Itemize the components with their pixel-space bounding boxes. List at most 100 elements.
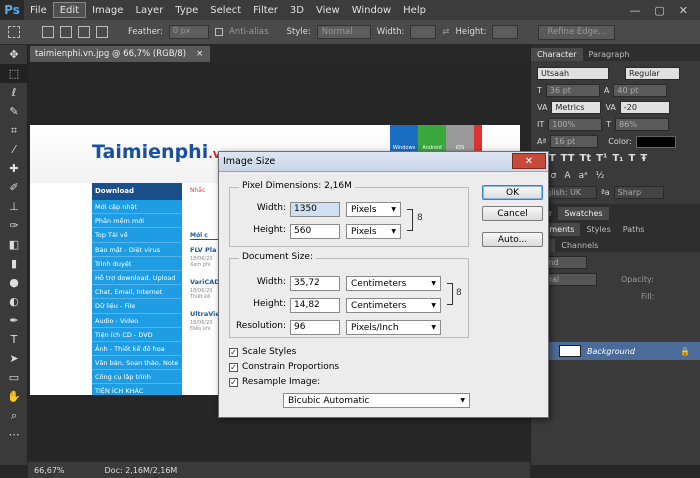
menu-filter[interactable]: Filter bbox=[247, 2, 284, 18]
tab-paths[interactable]: Paths bbox=[617, 223, 651, 236]
all-caps-icon[interactable]: TT bbox=[561, 153, 575, 164]
doc-height-unit-select[interactable]: Centimeters ▼ bbox=[346, 298, 441, 313]
tab-character[interactable]: Character bbox=[531, 48, 583, 61]
pixel-height-unit-select[interactable]: Pixels ▼ bbox=[346, 224, 401, 239]
menu-window[interactable]: Window bbox=[346, 2, 397, 18]
resample-image-checkbox[interactable]: ✓ Resample Image: bbox=[229, 377, 320, 387]
healing-brush-icon[interactable]: ✚ bbox=[0, 159, 28, 178]
doc-height-input[interactable]: 14,82 bbox=[290, 298, 340, 313]
dialog-close-button[interactable]: ✕ bbox=[512, 153, 546, 169]
site-menu-item: Top Tải về bbox=[92, 228, 182, 243]
intersect-selection-icon[interactable] bbox=[96, 26, 108, 38]
leading-input[interactable]: 40 pt bbox=[613, 84, 668, 97]
superscript-icon[interactable]: T¹ bbox=[596, 153, 607, 164]
crop-tool-icon[interactable]: ⌗ bbox=[0, 121, 28, 140]
more-tools-icon[interactable]: ⋯ bbox=[0, 425, 28, 444]
subscript-icon[interactable]: T₁ bbox=[612, 153, 623, 164]
height-input[interactable] bbox=[492, 25, 519, 39]
menu-type[interactable]: Type bbox=[169, 2, 204, 18]
alternates-icon[interactable]: A bbox=[564, 171, 570, 181]
tab-close-icon[interactable]: × bbox=[196, 49, 203, 59]
clone-stamp-icon[interactable]: ⊥ bbox=[0, 197, 28, 216]
baseline-input[interactable]: 16 pt bbox=[550, 135, 599, 148]
menu-select[interactable]: Select bbox=[204, 2, 247, 18]
doc-width-unit-select[interactable]: Centimeters ▼ bbox=[346, 276, 441, 291]
ok-button[interactable]: OK bbox=[482, 185, 543, 200]
kerning-select[interactable]: Metrics bbox=[551, 101, 602, 114]
ordinals-icon[interactable]: aᵃ bbox=[579, 171, 588, 181]
strikethrough-icon[interactable]: Ŧ bbox=[640, 153, 647, 164]
fractions-icon[interactable]: ½ bbox=[596, 171, 605, 181]
menu-help[interactable]: Help bbox=[397, 2, 432, 18]
pen-tool-icon[interactable]: ✒ bbox=[0, 311, 28, 330]
small-caps-icon[interactable]: Tt bbox=[580, 153, 592, 164]
refine-edge-button[interactable]: Refine Edge... bbox=[538, 24, 616, 40]
brush-tool-icon[interactable]: ✐ bbox=[0, 178, 28, 197]
menu-edit[interactable]: Edit bbox=[52, 2, 87, 18]
eraser-icon[interactable]: ◧ bbox=[0, 235, 28, 254]
font-style-select[interactable]: Regular bbox=[625, 67, 680, 80]
font-size-input[interactable]: 36 pt bbox=[545, 84, 600, 97]
new-selection-icon[interactable] bbox=[42, 26, 54, 38]
adjustments-panel-tabs: ustments Styles Paths bbox=[531, 220, 700, 236]
move-tool-icon[interactable]: ✥ bbox=[0, 45, 28, 64]
tab-paragraph[interactable]: Paragraph bbox=[583, 48, 636, 61]
type-tool-icon[interactable]: T bbox=[0, 330, 28, 349]
faux-italic-icon[interactable]: T bbox=[549, 153, 556, 164]
history-brush-icon[interactable]: ✑ bbox=[0, 216, 28, 235]
antialias-select[interactable]: Sharp bbox=[613, 186, 664, 199]
pixel-height-input[interactable]: 560 bbox=[290, 224, 340, 239]
close-icon[interactable]: ✕ bbox=[679, 4, 688, 17]
underline-icon[interactable]: T bbox=[629, 153, 636, 164]
swap-icon[interactable]: ⇄ bbox=[442, 27, 449, 37]
lasso-tool-icon[interactable]: ℓ bbox=[0, 83, 28, 102]
menu-layer[interactable]: Layer bbox=[129, 2, 169, 18]
constrain-proportions-checkbox[interactable]: ✓ Constrain Proportions bbox=[229, 362, 339, 372]
auto-button[interactable]: Auto... bbox=[482, 232, 543, 247]
tab-swatches[interactable]: Swatches bbox=[558, 207, 609, 220]
resolution-unit-select[interactable]: Pixels/Inch ▼ bbox=[346, 320, 441, 335]
style-label: Style: bbox=[286, 27, 311, 37]
doc-width-input[interactable]: 35,72 bbox=[290, 276, 340, 291]
add-selection-icon[interactable] bbox=[60, 26, 72, 38]
pixel-width-unit-select[interactable]: Pixels ▼ bbox=[346, 202, 401, 217]
menu-file[interactable]: File bbox=[24, 2, 53, 18]
maximize-icon[interactable]: ▢ bbox=[654, 4, 664, 17]
font-family-select[interactable]: Utsaah bbox=[537, 67, 609, 80]
swash-icon[interactable]: σ bbox=[551, 171, 557, 181]
quick-select-icon[interactable]: ✎ bbox=[0, 102, 28, 121]
scale-styles-checkbox[interactable]: ✓ Scale Styles bbox=[229, 347, 296, 357]
feather-input[interactable]: 0 px bbox=[169, 25, 210, 39]
resolution-input[interactable]: 96 bbox=[290, 320, 340, 335]
eyedropper-icon[interactable]: ⁄ bbox=[0, 140, 28, 159]
antialias-checkbox[interactable] bbox=[215, 28, 224, 36]
pixel-width-input[interactable]: 1350 bbox=[290, 202, 340, 217]
gradient-tool-icon[interactable]: ▮ bbox=[0, 254, 28, 273]
zoom-level[interactable]: 66,67% bbox=[34, 466, 65, 475]
vertical-scale-input[interactable]: 100% bbox=[548, 118, 603, 131]
layer-row[interactable]: Background 🔒 bbox=[531, 342, 700, 360]
document-tab[interactable]: taimienphi.vn.jpg @ 66,7% (RGB/8) × bbox=[30, 46, 210, 62]
path-select-icon[interactable]: ➤ bbox=[0, 349, 28, 368]
text-color-swatch[interactable] bbox=[635, 135, 676, 148]
hand-tool-icon[interactable]: ✋ bbox=[0, 387, 28, 406]
menu-image[interactable]: Image bbox=[86, 2, 129, 18]
dodge-tool-icon[interactable]: ◐ bbox=[0, 292, 28, 311]
horizontal-scale-input[interactable]: 86% bbox=[615, 118, 670, 131]
resample-method-select[interactable]: Bicubic Automatic ▼ bbox=[283, 393, 470, 408]
zoom-tool-icon[interactable]: ⌕ bbox=[0, 406, 28, 425]
subtract-selection-icon[interactable] bbox=[78, 26, 90, 38]
tab-styles[interactable]: Styles bbox=[580, 223, 616, 236]
shape-tool-icon[interactable]: ▭ bbox=[0, 368, 28, 387]
tab-channels[interactable]: Channels bbox=[555, 239, 604, 252]
menu-view[interactable]: View bbox=[310, 2, 346, 18]
style-select[interactable]: Normal bbox=[316, 25, 371, 39]
cancel-button[interactable]: Cancel bbox=[482, 206, 543, 221]
minimize-icon[interactable]: — bbox=[629, 4, 640, 17]
tracking-select[interactable]: -20 bbox=[619, 101, 670, 114]
menu-3d[interactable]: 3D bbox=[284, 2, 310, 18]
blur-tool-icon[interactable]: ● bbox=[0, 273, 28, 292]
marquee-tool-icon[interactable] bbox=[8, 26, 20, 38]
width-input[interactable] bbox=[410, 25, 437, 39]
marquee-tool-icon[interactable]: ⬚ bbox=[0, 64, 28, 83]
